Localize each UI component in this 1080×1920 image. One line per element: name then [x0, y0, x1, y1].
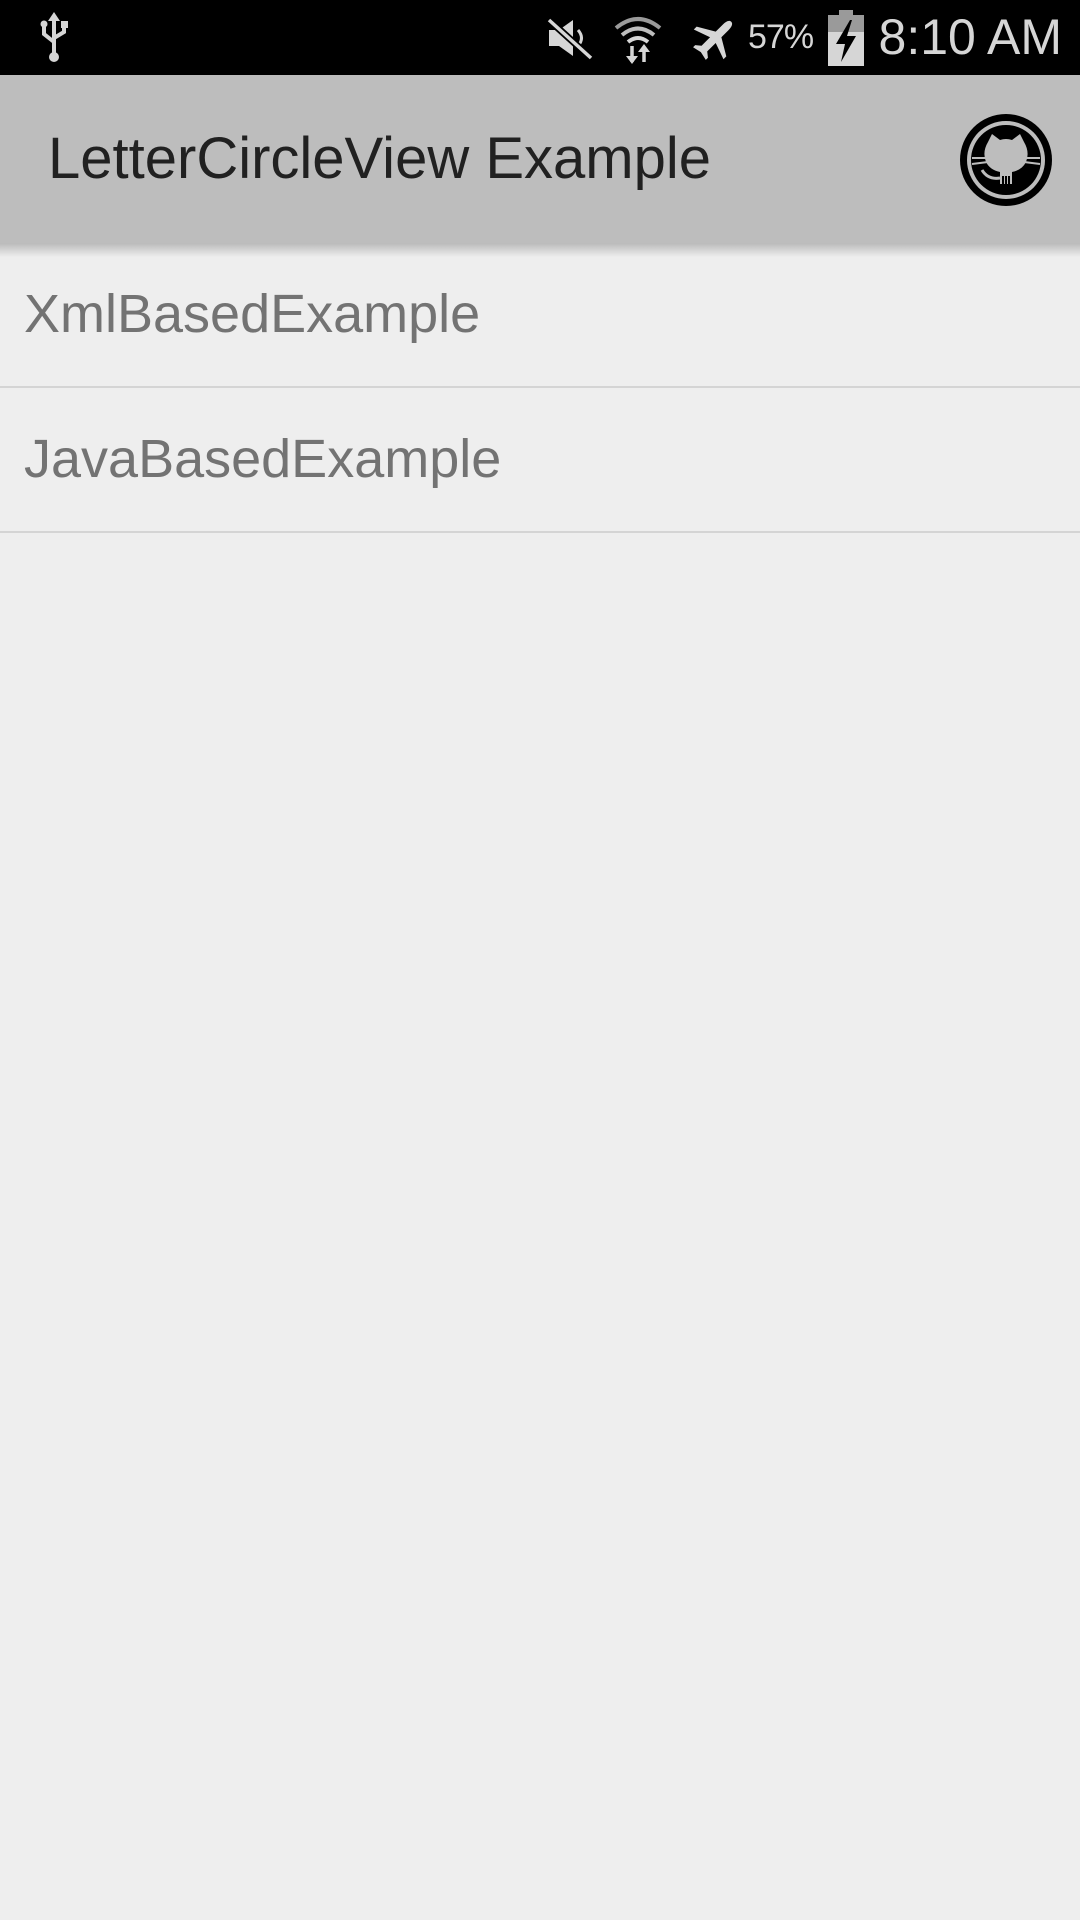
status-bar: 57% 8:10 AM: [0, 0, 1080, 75]
battery-charging-icon: [826, 0, 866, 75]
example-list: XmlBasedExample JavaBasedExample: [0, 243, 1080, 533]
github-button[interactable]: [958, 112, 1054, 208]
mute-icon: [540, 0, 600, 75]
action-bar-shadow: [0, 243, 1080, 257]
airplane-icon: [686, 0, 744, 75]
action-bar: LetterCircleView Example: [0, 75, 1080, 243]
app-screen: 57% 8:10 AM LetterCircleView Example Xml…: [0, 0, 1080, 1920]
clock: 8:10 AM: [878, 9, 1062, 65]
list-item-label: XmlBasedExample: [24, 284, 481, 344]
github-octocat-icon: [960, 114, 1052, 206]
list-item-label: JavaBasedExample: [24, 429, 502, 489]
app-title: LetterCircleView Example: [48, 126, 711, 191]
list-item-java-based-example[interactable]: JavaBasedExample: [0, 388, 1080, 533]
battery-percent: 57%: [748, 18, 814, 56]
wifi-icon: [608, 0, 668, 75]
list-item-xml-based-example[interactable]: XmlBasedExample: [0, 243, 1080, 388]
usb-icon: [30, 0, 78, 75]
